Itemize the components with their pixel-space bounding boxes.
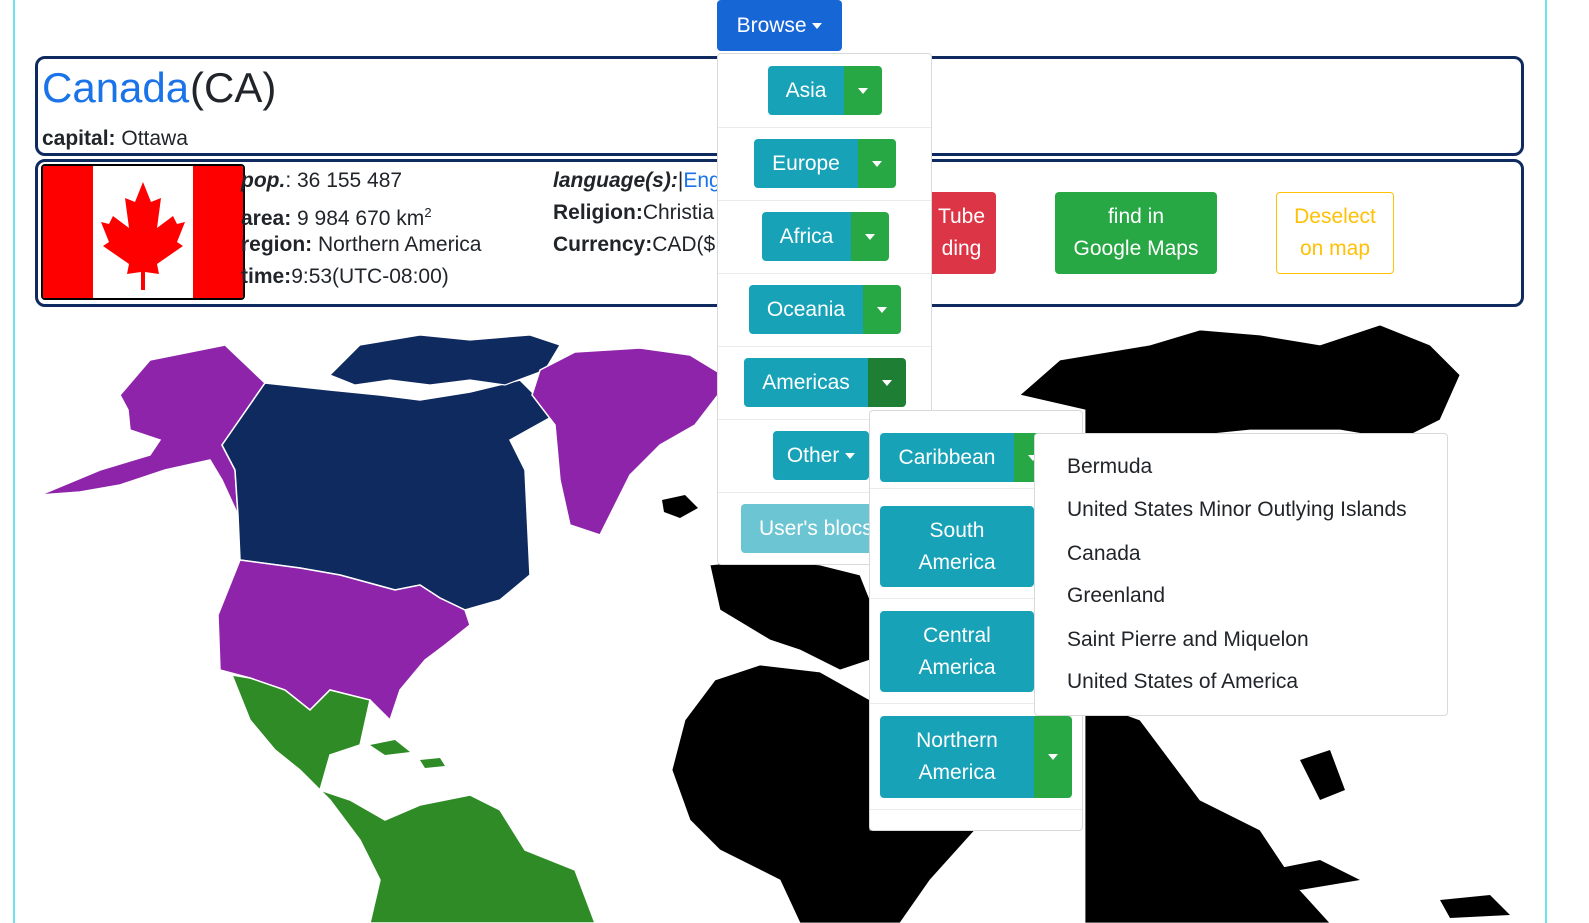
central-america-line-2: America xyxy=(918,655,996,679)
population-value: : 36 155 487 xyxy=(285,169,403,192)
region-africa-button[interactable]: Africa xyxy=(762,212,851,261)
chevron-down-icon xyxy=(858,87,868,94)
region-asia-toggle[interactable] xyxy=(844,66,882,115)
subregion-south-america-button[interactable]: South America xyxy=(880,506,1034,587)
time-line: time:9:53(UTC-08:00) xyxy=(241,264,449,290)
region-americas-button[interactable]: Americas xyxy=(744,358,868,407)
deselect-button-line-1: Deselect xyxy=(1294,205,1376,228)
subregion-caribbean-label: Caribbean xyxy=(898,445,996,469)
subregion-northern-america-button[interactable]: Northern America xyxy=(880,716,1034,798)
chevron-down-icon xyxy=(882,379,892,386)
region-oceania-button[interactable]: Oceania xyxy=(749,285,863,334)
users-blocs-button[interactable]: User's blocs xyxy=(741,504,869,553)
capital-value: Ottawa xyxy=(121,127,188,150)
country-item-canada[interactable]: Canada xyxy=(1067,542,1141,566)
map-iceland[interactable] xyxy=(662,495,698,518)
menu-divider xyxy=(870,809,1082,810)
chevron-down-icon xyxy=(812,22,823,29)
south-america-line-2: America xyxy=(918,550,996,574)
area-line: area: 9 984 670 km2 xyxy=(241,200,432,232)
users-blocs-label: User's blocs xyxy=(759,516,869,540)
menu-divider xyxy=(718,200,931,201)
country-item-saint-pierre-miquelon[interactable]: Saint Pierre and Miquelon xyxy=(1067,628,1309,652)
browse-dropdown-button[interactable]: Browse xyxy=(717,0,842,51)
area-value: 9 984 670 km xyxy=(297,207,425,230)
find-in-google-maps-button[interactable]: find in Google Maps xyxy=(1055,192,1217,274)
country-item-greenland[interactable]: Greenland xyxy=(1067,584,1165,608)
capital-line: capital: Ottawa xyxy=(42,127,188,151)
region-other-label: Other xyxy=(786,443,840,467)
currency-label: Currency: xyxy=(553,233,653,256)
map-canada-islands[interactable] xyxy=(328,334,561,386)
menu-divider xyxy=(718,346,931,347)
region-value: Northern America xyxy=(318,233,482,256)
northern-america-line-2: America xyxy=(918,761,996,784)
religion-label: Religion: xyxy=(553,201,643,224)
currency-line: Currency:CAD($ xyxy=(553,232,715,258)
currency-value: CAD($ xyxy=(652,233,716,256)
flag-right-band xyxy=(193,166,243,298)
area-unit-sup: 2 xyxy=(424,205,432,220)
country-item-bermuda[interactable]: Bermuda xyxy=(1067,455,1152,479)
religion-line: Religion:Christia xyxy=(553,200,714,226)
chevron-down-icon xyxy=(877,306,887,313)
northern-america-countries-menu: Bermuda United States Minor Outlying Isl… xyxy=(1034,433,1448,716)
country-item-united-states[interactable]: United States of America xyxy=(1067,670,1298,694)
region-americas-toggle[interactable] xyxy=(868,358,906,407)
central-america-line-1: Central xyxy=(923,623,991,647)
region-africa-label: Africa xyxy=(779,224,834,248)
region-other-button[interactable]: Other xyxy=(773,431,869,480)
capital-label: capital: xyxy=(42,127,116,150)
region-line: region: Northern America xyxy=(241,232,481,258)
canada-flag-image xyxy=(41,164,245,300)
chevron-down-icon xyxy=(845,452,856,459)
region-africa-toggle[interactable] xyxy=(851,212,889,261)
northern-america-line-1: Northern xyxy=(916,729,998,752)
area-label: area: xyxy=(241,207,292,230)
region-label: region: xyxy=(241,233,313,256)
region-americas-label: Americas xyxy=(762,370,850,394)
map-se-asia[interactable] xyxy=(1270,750,1510,918)
region-asia-button[interactable]: Asia xyxy=(768,66,844,115)
maple-leaf-icon xyxy=(101,182,185,290)
country-item-us-minor-outlying-islands[interactable]: United States Minor Outlying Islands xyxy=(1067,498,1407,522)
browse-label: Browse xyxy=(736,13,807,37)
maps-button-line-1: find in xyxy=(1107,205,1165,228)
religion-value: Christia xyxy=(642,201,715,224)
population-label: pop. xyxy=(241,169,286,192)
map-caribbean[interactable] xyxy=(370,740,445,768)
country-code: (CA) xyxy=(190,64,277,111)
map-europe[interactable] xyxy=(709,559,871,671)
flag-left-band xyxy=(43,166,93,298)
menu-divider xyxy=(718,273,931,274)
region-europe-button[interactable]: Europe xyxy=(754,139,858,188)
map-alaska[interactable] xyxy=(39,344,266,516)
language-label: language(s): xyxy=(553,169,678,192)
region-asia-label: Asia xyxy=(785,78,827,102)
region-oceania-toggle[interactable] xyxy=(863,285,901,334)
deselect-button-line-2: on map xyxy=(1299,237,1371,260)
region-europe-label: Europe xyxy=(772,151,840,175)
menu-divider xyxy=(718,127,931,128)
deselect-on-map-button[interactable]: Deselect on map xyxy=(1276,192,1394,274)
language-line: language(s):|Eng xyxy=(553,168,721,194)
region-europe-toggle[interactable] xyxy=(858,139,896,188)
time-value: 9:53(UTC-08:00) xyxy=(291,265,449,288)
population-line: pop.: 36 155 487 xyxy=(241,168,402,194)
maps-button-line-2: Google Maps xyxy=(1073,237,1199,260)
chevron-down-icon xyxy=(872,160,882,167)
language-link[interactable]: Eng xyxy=(683,169,720,192)
subregion-central-america-button[interactable]: Central America xyxy=(880,611,1034,692)
map-latin-america[interactable] xyxy=(230,674,596,923)
subregion-northern-america-toggle[interactable] xyxy=(1034,716,1072,798)
time-label: time: xyxy=(241,265,292,288)
south-america-line-1: South xyxy=(929,518,985,542)
chevron-down-icon xyxy=(865,233,875,240)
country-name-link[interactable]: Canada xyxy=(42,63,189,113)
region-oceania-label: Oceania xyxy=(766,297,846,321)
subregion-caribbean-button[interactable]: Caribbean xyxy=(880,433,1014,482)
chevron-down-icon xyxy=(1048,754,1058,760)
